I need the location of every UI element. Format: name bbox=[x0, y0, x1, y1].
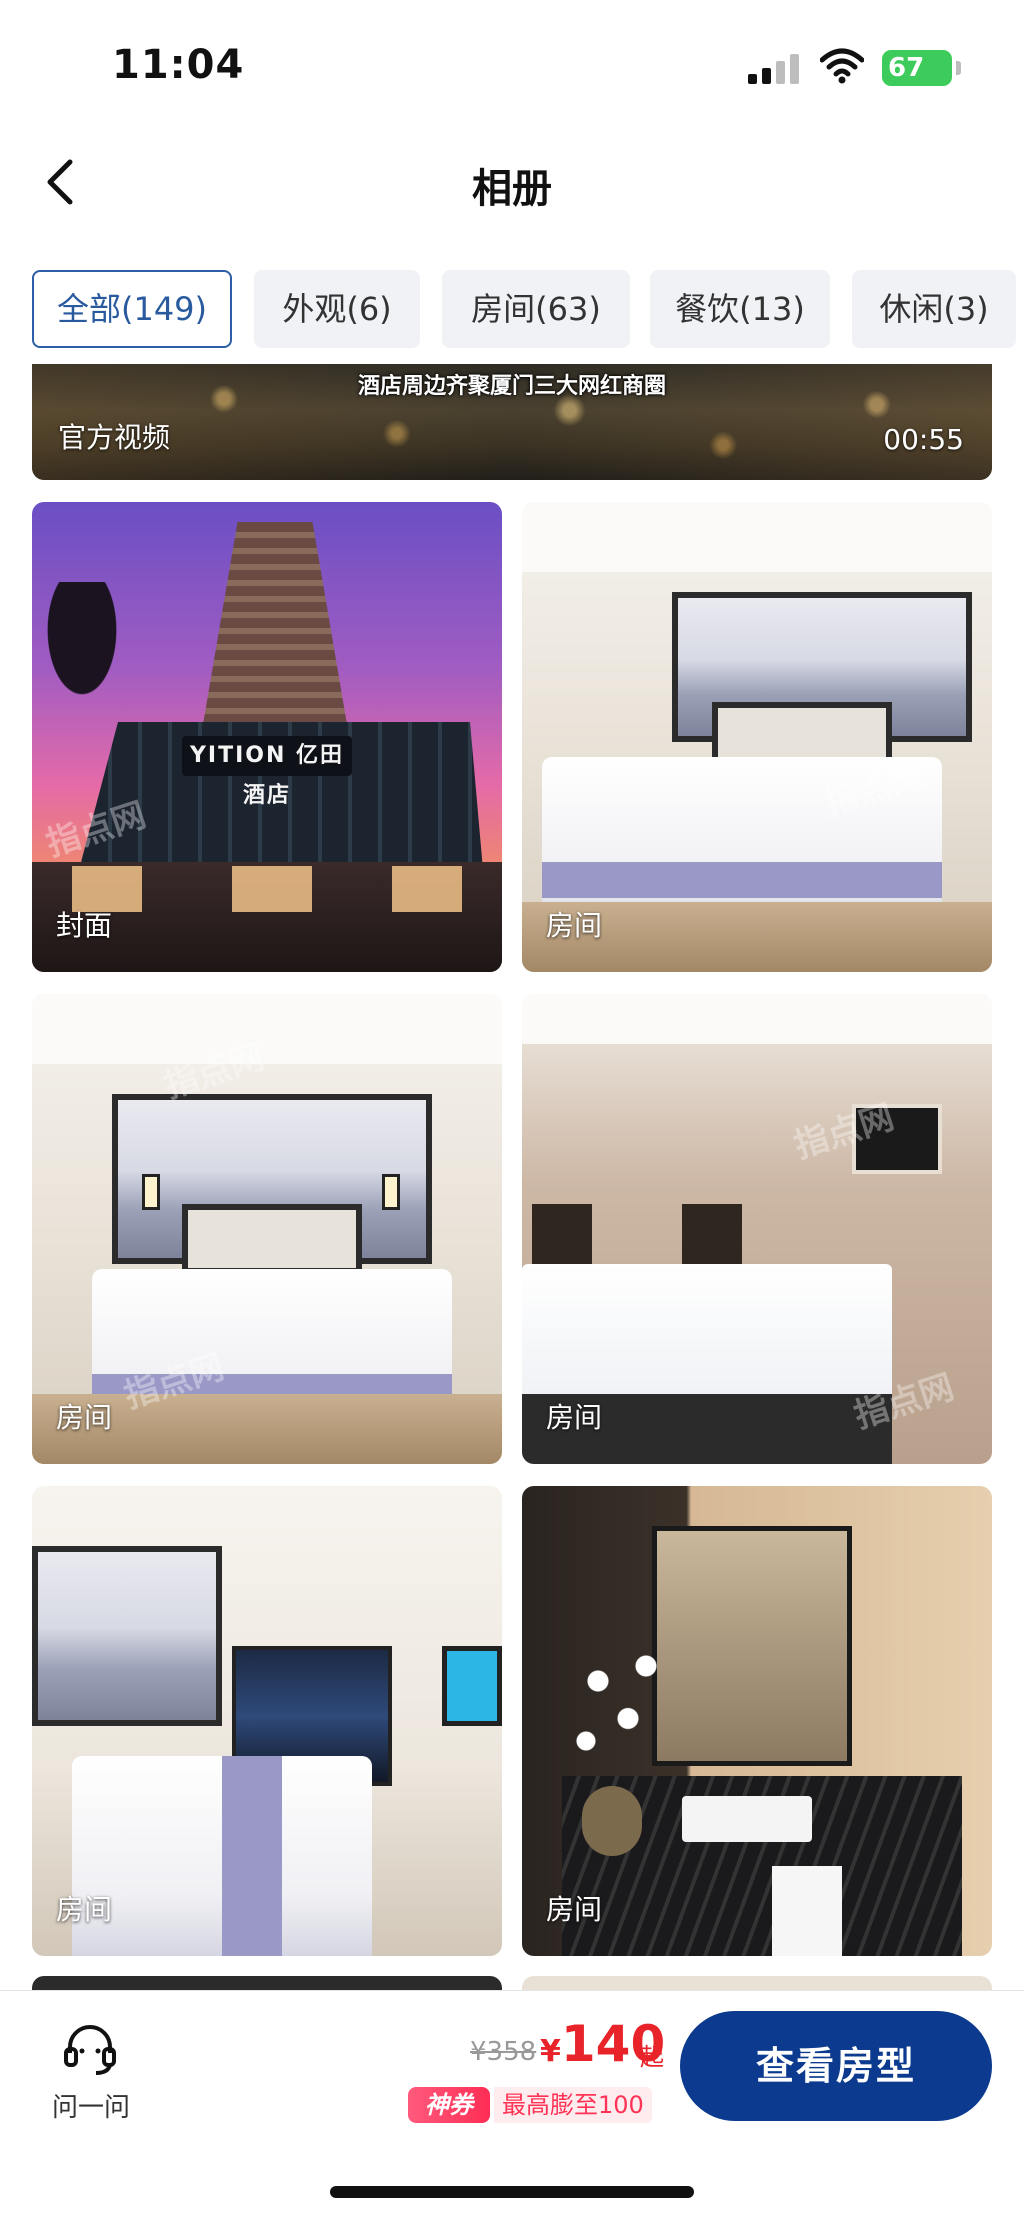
vase bbox=[582, 1786, 642, 1856]
header: 相册 bbox=[0, 130, 1024, 240]
bed-runner bbox=[222, 1756, 282, 1956]
album-page: 11:04 67 相册 全部(149) 外观(6) 房间(63) 餐饮(13) … bbox=[0, 0, 1024, 2218]
bottom-bar: 问一问 ¥358 ¥140 起 神券 最高膨至100 查看房型 bbox=[0, 1990, 1024, 2218]
photo-room[interactable]: 指点网 指点网 房间 bbox=[522, 994, 992, 1464]
tab-exterior[interactable]: 外观(6) bbox=[254, 270, 420, 348]
wifi-icon bbox=[820, 48, 864, 84]
status-bar: 11:04 67 bbox=[0, 0, 1024, 130]
towel bbox=[772, 1866, 842, 1956]
tab-rooms[interactable]: 房间(63) bbox=[442, 270, 630, 348]
official-video[interactable]: 酒店周边齐聚厦门三大网红商圈 官方视频 00:55 bbox=[32, 364, 992, 480]
coupon-badge[interactable]: 神券 bbox=[408, 2087, 490, 2123]
mountain-painting bbox=[32, 1546, 222, 1726]
flowers bbox=[562, 1636, 682, 1786]
photo-label: 房间 bbox=[56, 1401, 113, 1434]
tab-all[interactable]: 全部(149) bbox=[32, 270, 232, 348]
tab-leisure[interactable]: 休闲(3) bbox=[852, 270, 1016, 348]
hotel-tower bbox=[200, 522, 350, 742]
photo-room[interactable]: 指点网 房间 bbox=[522, 502, 992, 972]
palm-tree bbox=[32, 582, 142, 742]
video-caption: 酒店周边齐聚厦门三大网红商圈 bbox=[357, 374, 666, 399]
ask-label[interactable]: 问一问 bbox=[52, 2087, 130, 2124]
headset-icon[interactable] bbox=[60, 2021, 120, 2077]
bed bbox=[522, 1264, 892, 1414]
wall-lamp bbox=[382, 1174, 400, 1210]
price-symbol: ¥ bbox=[540, 2034, 561, 2069]
wall-screen bbox=[442, 1646, 502, 1726]
photo-room[interactable]: 房间 bbox=[32, 1486, 502, 1956]
photo-image bbox=[522, 1486, 992, 1956]
photo-label: 封面 bbox=[56, 909, 113, 942]
wall-lamp bbox=[142, 1174, 160, 1210]
photo-label: 房间 bbox=[546, 1401, 603, 1434]
photo-image bbox=[32, 1486, 502, 1956]
home-indicator[interactable] bbox=[330, 2186, 694, 2198]
photo-label: 房间 bbox=[546, 909, 603, 942]
battery-tip bbox=[956, 61, 961, 75]
price-suffix: 起 bbox=[640, 2043, 664, 2071]
photo-label: 房间 bbox=[56, 1893, 113, 1926]
ceiling bbox=[32, 994, 502, 1064]
photo-image bbox=[32, 994, 502, 1464]
hotel-sign: YITION 亿田酒店 bbox=[182, 736, 352, 808]
headboard bbox=[182, 1204, 362, 1274]
mirror bbox=[652, 1526, 852, 1766]
battery-level: 67 bbox=[888, 53, 925, 83]
ceiling bbox=[522, 502, 992, 572]
sink bbox=[682, 1796, 812, 1842]
photo-cover[interactable]: YITION 亿田酒店 指点网 封面 bbox=[32, 502, 502, 972]
view-room-types-button[interactable]: 查看房型 bbox=[680, 2011, 992, 2121]
tab-dining[interactable]: 餐饮(13) bbox=[650, 270, 830, 348]
photo-label: 房间 bbox=[546, 1893, 603, 1926]
shop-light bbox=[232, 866, 312, 912]
bed-runner bbox=[542, 862, 942, 898]
ceiling bbox=[522, 994, 992, 1044]
coupon-text[interactable]: 最高膨至100 bbox=[494, 2087, 652, 2123]
status-time: 11:04 bbox=[112, 42, 245, 88]
shop-light bbox=[392, 866, 462, 912]
photo-room[interactable]: 指点网 指点网 房间 bbox=[32, 994, 502, 1464]
video-duration: 00:55 bbox=[883, 423, 964, 456]
photo-image: YITION 亿田酒店 bbox=[32, 502, 502, 972]
photo-image bbox=[522, 502, 992, 972]
signal-icon bbox=[748, 52, 802, 84]
video-label: 官方视频 bbox=[58, 421, 171, 454]
category-tabs: 全部(149) 外观(6) 房间(63) 餐饮(13) 休闲(3) bbox=[0, 270, 1024, 350]
battery-icon: 67 bbox=[882, 50, 952, 86]
price-original: ¥358 bbox=[470, 2037, 537, 2067]
photo-bathroom[interactable]: 房间 bbox=[522, 1486, 992, 1956]
page-title: 相册 bbox=[472, 166, 552, 212]
